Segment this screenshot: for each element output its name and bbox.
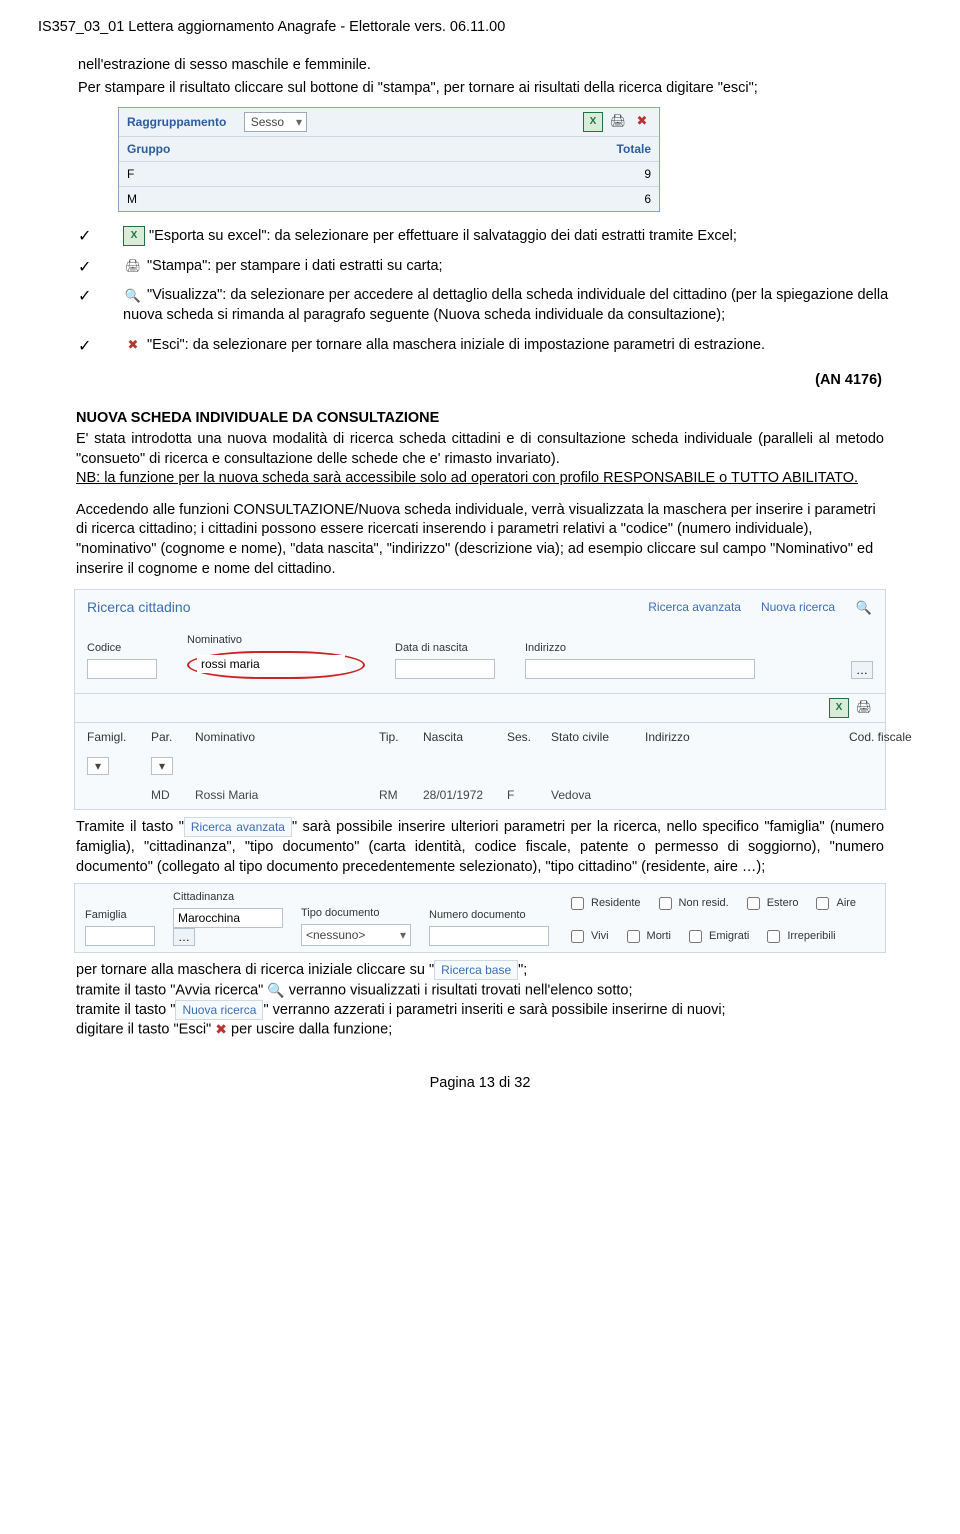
chk-vivi[interactable]: Vivi <box>567 927 609 946</box>
tramite-text: Tramite il tasto "Ricerca avanzata" sarà… <box>76 818 884 877</box>
action-checklist: X"Esporta su excel": da selezionare per … <box>78 226 922 355</box>
grouping-col2: Totale <box>389 137 659 161</box>
numdoc-input[interactable] <box>429 926 549 946</box>
chk-aire[interactable]: Aire <box>812 894 856 913</box>
cittadinanza-input[interactable] <box>173 908 283 928</box>
famiglia-input[interactable] <box>85 926 155 946</box>
page-footer: Pagina 13 di 32 <box>38 1074 922 1094</box>
search-title: Ricerca cittadino <box>87 598 191 617</box>
excel-icon: X <box>123 226 145 246</box>
chk-morti[interactable]: Morti <box>623 927 671 946</box>
search-icon: 🔍 <box>267 981 284 1000</box>
famiglia-label: Famiglia <box>85 908 155 923</box>
exit-icon: ✖ <box>123 336 143 354</box>
doc-header: IS357_03_01 Lettera aggiornamento Anagra… <box>38 18 922 38</box>
numdoc-label: Numero documento <box>429 908 549 923</box>
tipodoc-select[interactable]: <nessuno> <box>301 924 411 946</box>
after-1: per tornare alla maschera di ricerca ini… <box>76 961 884 981</box>
section-para-a: E' stata introdotta una nuova modalità d… <box>76 430 884 469</box>
list-item: 🖨"Stampa": per stampare i dati estratti … <box>78 257 922 277</box>
codice-label: Codice <box>87 641 157 656</box>
grouping-select[interactable]: Sesso <box>244 112 307 132</box>
print-icon[interactable]: 🖨 <box>609 112 627 130</box>
intro-line-1: nell'estrazione di sesso maschile e femm… <box>78 56 922 76</box>
exit-icon: ✖ <box>215 1020 227 1039</box>
print-icon[interactable]: 🖨 <box>855 698 873 716</box>
after-2: tramite il tasto "Avvia ricerca" 🔍 verra… <box>76 981 884 1001</box>
list-item: ✖"Esci": da selezionare per tornare alla… <box>78 336 922 356</box>
table-row: M 6 <box>119 186 659 211</box>
data-label: Data di nascita <box>395 641 495 656</box>
codice-input[interactable] <box>87 659 157 679</box>
advanced-search-link[interactable]: Ricerca avanzata <box>648 599 741 615</box>
grid-filter-row: ▾ ▾ <box>75 751 885 781</box>
nuova-ricerca-button[interactable]: Nuova ricerca <box>175 1000 263 1020</box>
indirizzo-input[interactable] <box>525 659 755 679</box>
chk-emigrati[interactable]: Emigrati <box>685 927 749 946</box>
more-button[interactable]: … <box>851 661 873 679</box>
grouping-col1: Gruppo <box>119 137 389 161</box>
tipodoc-label: Tipo documento <box>301 906 411 921</box>
grouping-panel: Raggruppamento Sesso X 🖨 ✖ Gruppo Totale… <box>118 107 660 213</box>
grouping-label: Raggruppamento <box>127 115 226 129</box>
excel-icon[interactable]: X <box>829 698 849 718</box>
intro-line-2: Per stampare il risultato cliccare sul b… <box>78 79 922 99</box>
section-para-b: NB: la funzione per la nuova scheda sarà… <box>76 469 884 489</box>
advanced-panel: Famiglia Cittadinanza … Tipo documento <ne… <box>74 883 886 953</box>
filter-select[interactable]: ▾ <box>151 757 173 775</box>
view-icon: 🔍 <box>123 287 143 305</box>
chk-irreperibili[interactable]: Irreperibili <box>763 927 835 946</box>
section-para-c: Accedendo alle funzioni CONSULTAZIONE/Nu… <box>76 501 884 579</box>
print-desc: "Stampa": per stampare i dati estratti s… <box>147 258 443 274</box>
ricerca-avanzata-button[interactable]: Ricerca avanzata <box>184 817 292 837</box>
list-item: X"Esporta su excel": da selezionare per … <box>78 226 922 246</box>
search-panel: Ricerca cittadino Ricerca avanzata Nuova… <box>74 589 886 810</box>
section-title: NUOVA SCHEDA INDIVIDUALE DA CONSULTAZION… <box>76 409 922 429</box>
reference-code: (AN 4176) <box>38 371 882 391</box>
excel-desc: "Esporta su excel": da selezionare per e… <box>149 228 737 244</box>
ricerca-base-button[interactable]: Ricerca base <box>434 960 518 980</box>
view-desc: "Visualizza": da selezionare per acceder… <box>123 287 888 323</box>
after-4: digitare il tasto "Esci" ✖ per uscire da… <box>76 1020 884 1040</box>
nominativo-input[interactable] <box>197 655 345 673</box>
chk-residente[interactable]: Residente <box>567 894 641 913</box>
exit-icon[interactable]: ✖ <box>633 112 651 130</box>
exit-desc: "Esci": da selezionare per tornare alla … <box>147 337 765 353</box>
excel-icon[interactable]: X <box>583 112 603 132</box>
grid-header: Famigl. Par. Nominativo Tip. Nascita Ses… <box>75 722 885 751</box>
cittadinanza-label: Cittadinanza <box>173 890 283 905</box>
table-row[interactable]: MD Rossi Maria RM 28/01/1972 F Vedova <box>75 781 885 809</box>
print-icon: 🖨 <box>123 257 143 275</box>
nominativo-label: Nominativo <box>187 633 365 648</box>
after-3: tramite il tasto "Nuova ricerca" verrann… <box>76 1001 884 1021</box>
new-search-link[interactable]: Nuova ricerca <box>761 599 835 615</box>
table-row: F 9 <box>119 161 659 186</box>
chk-nonresid[interactable]: Non resid. <box>655 894 729 913</box>
search-icon[interactable]: 🔍 <box>855 599 873 617</box>
chk-estero[interactable]: Estero <box>743 894 799 913</box>
indirizzo-label: Indirizzo <box>525 641 821 656</box>
data-input[interactable] <box>395 659 495 679</box>
filter-select[interactable]: ▾ <box>87 757 109 775</box>
lookup-button[interactable]: … <box>173 928 195 946</box>
list-item: 🔍"Visualizza": da selezionare per accede… <box>78 286 922 325</box>
